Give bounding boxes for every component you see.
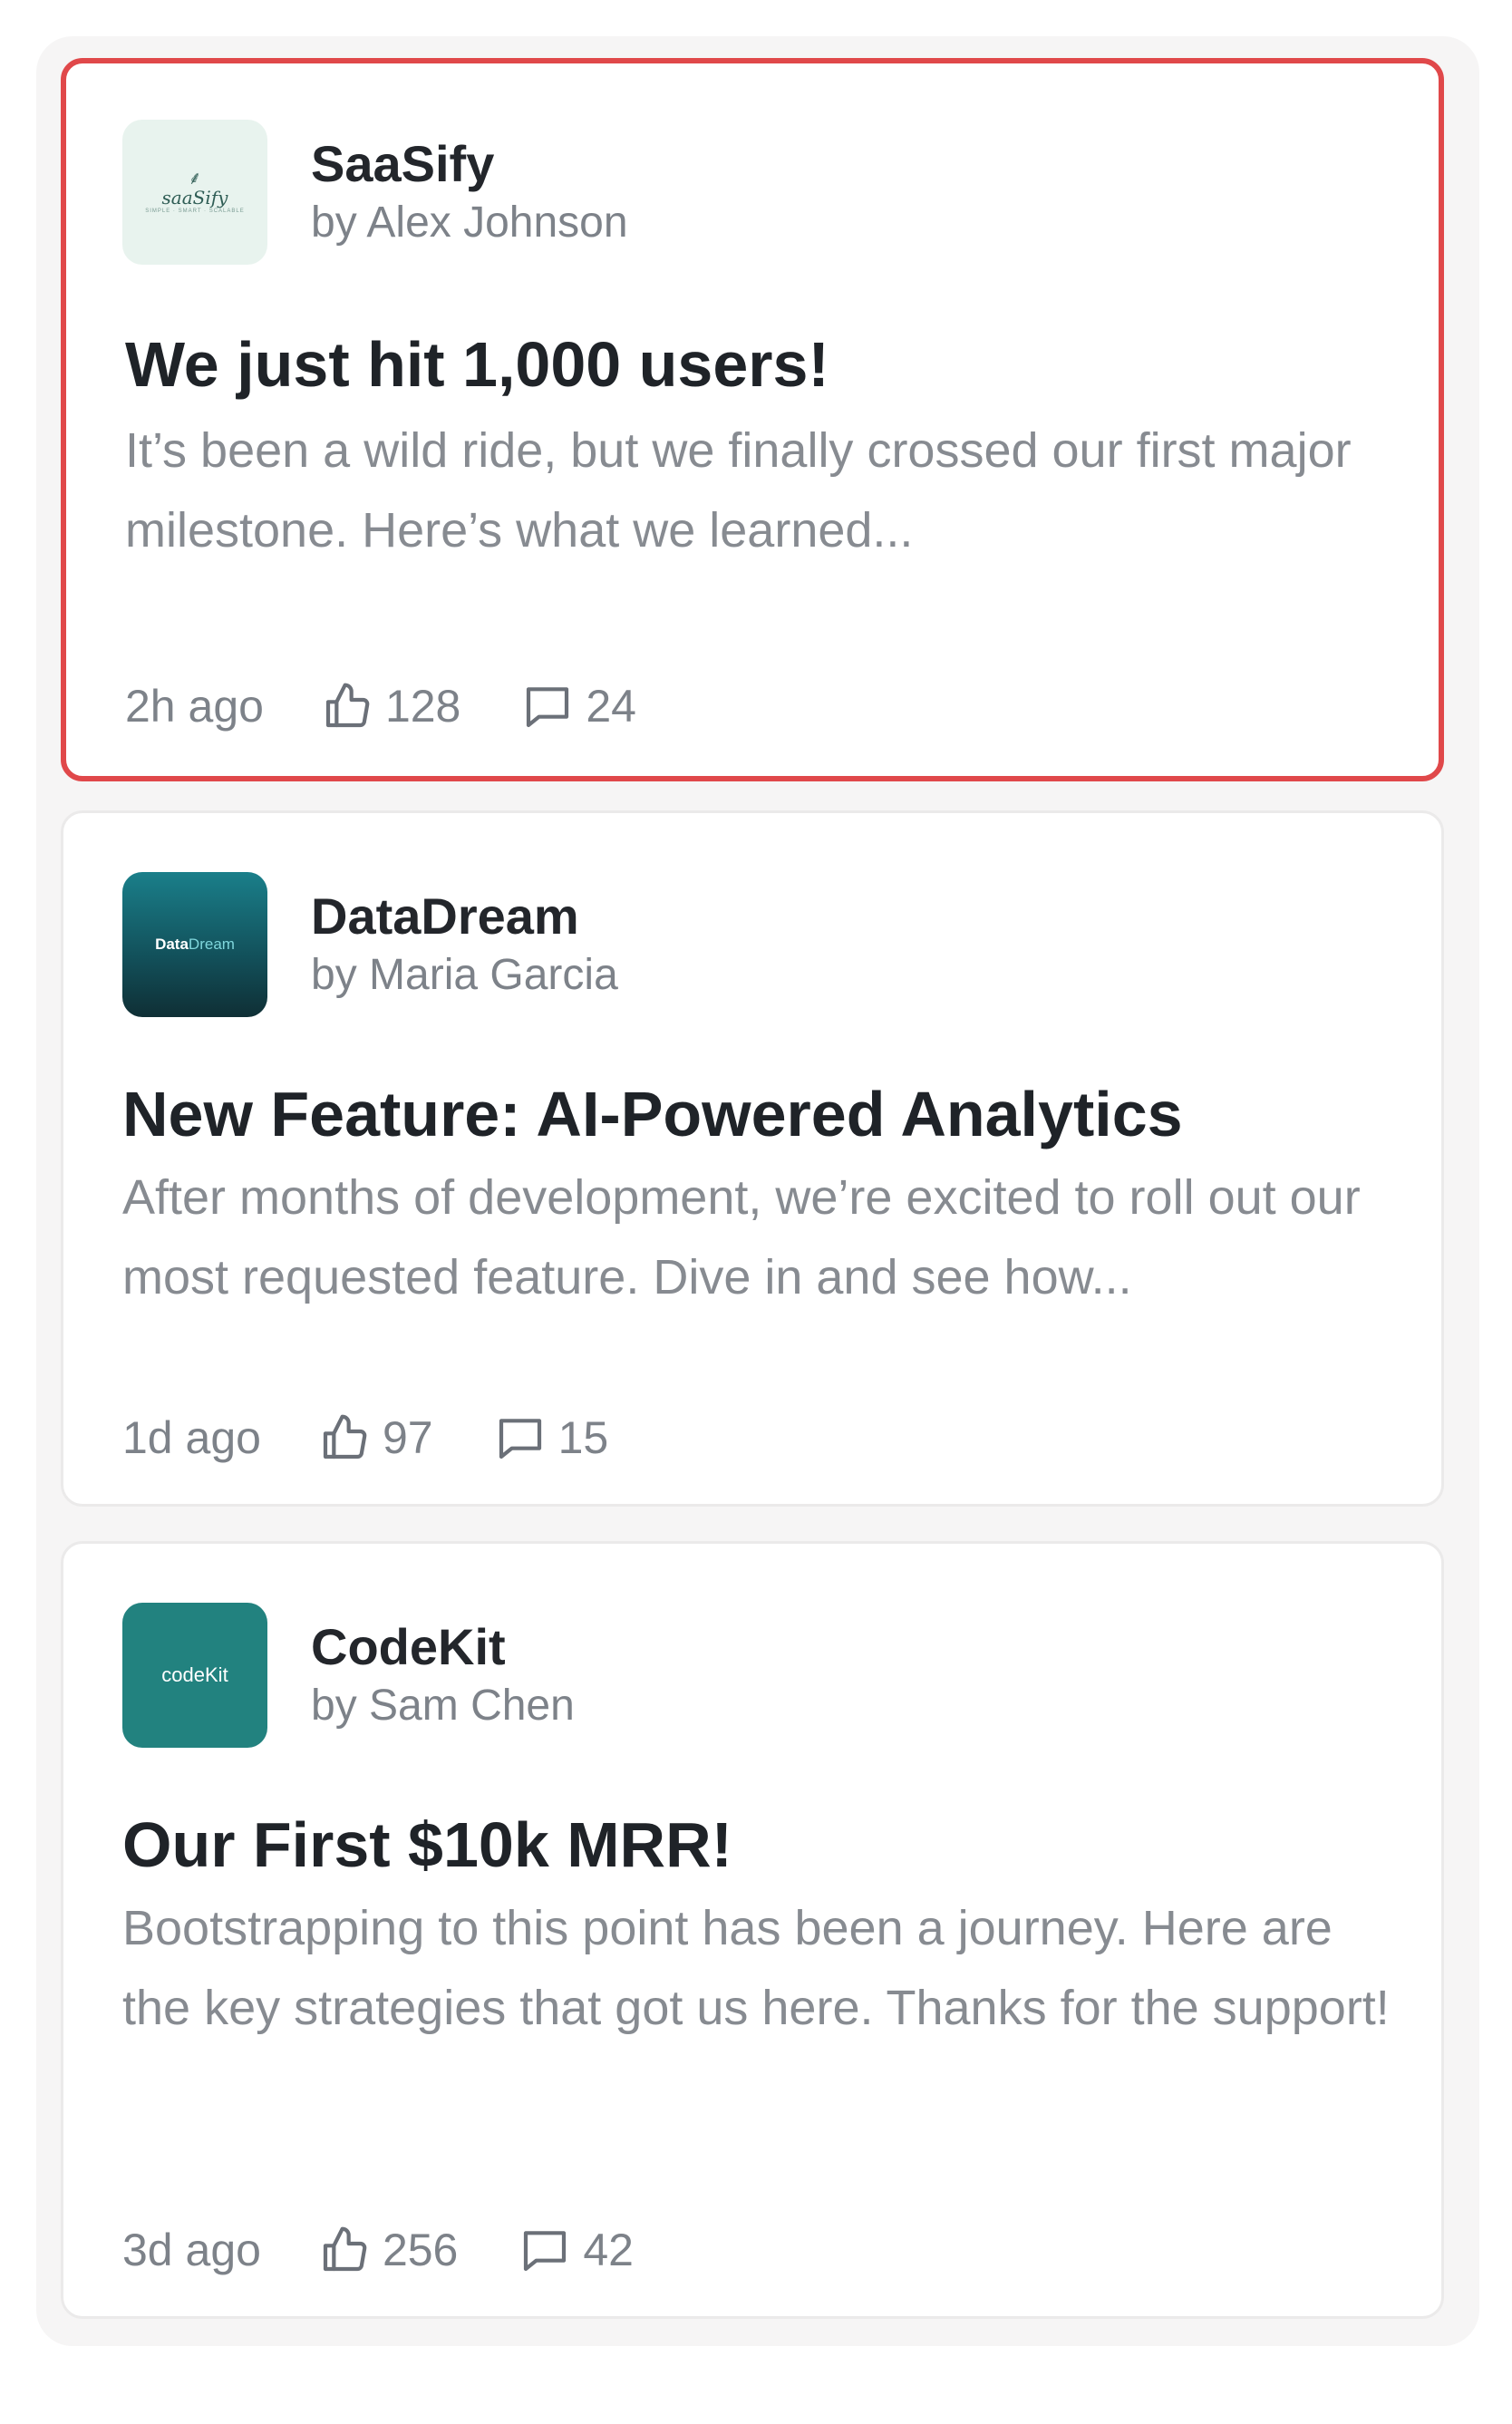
post-meta: DataDream by Maria Garcia <box>311 886 618 1004</box>
like-count: 97 <box>382 1412 433 1463</box>
thumbs-up-icon <box>323 1414 367 1459</box>
like-count: 128 <box>384 681 461 732</box>
post-header: codeKit CodeKit by Sam Chen <box>122 1603 575 1748</box>
comment-button[interactable]: 42 <box>519 2224 634 2276</box>
post-excerpt: After months of development, we’re excit… <box>122 1170 1361 1304</box>
comment-icon <box>527 687 569 728</box>
post-excerpt: Bootstrapping to this point has been a j… <box>122 1901 1390 2035</box>
comment-count: 42 <box>583 2225 634 2275</box>
company-logo: codeKit <box>122 1603 267 1748</box>
post-header: Data Dream DataDream by Maria Garcia <box>122 872 618 1017</box>
author-name: by Alex Johnson <box>311 199 628 247</box>
post-title[interactable]: We just hit 1,000 users! <box>125 326 829 402</box>
company-name[interactable]: SaaSify <box>311 133 628 195</box>
like-button[interactable]: 256 <box>319 2224 458 2276</box>
comment-count: 24 <box>586 681 636 732</box>
leaf-icon: ⸙ <box>188 169 202 189</box>
logo-text: codeKit <box>161 1663 228 1686</box>
comment-icon <box>524 2231 567 2272</box>
post-time: 1d ago <box>122 1412 261 1463</box>
thumbs-up-icon <box>323 2226 367 2272</box>
company-name[interactable]: CodeKit <box>311 1616 575 1678</box>
post-excerpt: It’s been a wild ride, but we finally cr… <box>125 423 1352 558</box>
logo-text-part1: Data <box>155 936 189 953</box>
post-time: 3d ago <box>122 2225 261 2275</box>
comment-count: 15 <box>557 1412 609 1463</box>
post-time: 2h ago <box>125 681 264 732</box>
company-name[interactable]: DataDream <box>311 886 618 947</box>
author-name: by Maria Garcia <box>311 951 618 999</box>
author-name: by Sam Chen <box>311 1682 575 1730</box>
like-button[interactable]: 128 <box>322 680 460 732</box>
comment-button[interactable]: 24 <box>522 680 636 732</box>
post-card-datadream[interactable]: Data Dream DataDream by Maria Garcia New … <box>61 810 1444 1507</box>
thumbs-up-icon <box>325 683 370 728</box>
post-title[interactable]: New Feature: AI-Powered Analytics <box>122 1076 1183 1152</box>
company-logo: ⸙ saaSify SIMPLE · SMART · SCALABLE <box>122 120 267 265</box>
like-count: 256 <box>382 2225 459 2275</box>
post-footer: 1d ago 97 15 <box>122 1411 670 1464</box>
comment-icon <box>499 1419 541 1459</box>
post-card-codekit[interactable]: codeKit CodeKit by Sam Chen Our First $1… <box>61 1541 1444 2319</box>
company-logo: Data Dream <box>122 872 267 1017</box>
post-footer: 2h ago 128 24 <box>125 680 698 732</box>
comment-button[interactable]: 15 <box>495 1411 609 1464</box>
logo-text-part2: Dream <box>188 936 235 953</box>
post-meta: CodeKit by Sam Chen <box>311 1616 575 1734</box>
logo-text: saaSify <box>161 187 228 208</box>
post-footer: 3d ago 256 42 <box>122 2224 695 2276</box>
logo-tagline: SIMPLE · SMART · SCALABLE <box>145 208 245 214</box>
post-card-saasify[interactable]: ⸙ saaSify SIMPLE · SMART · SCALABLE SaaS… <box>61 58 1444 781</box>
post-header: ⸙ saaSify SIMPLE · SMART · SCALABLE SaaS… <box>122 120 628 265</box>
post-title[interactable]: Our First $10k MRR! <box>122 1807 732 1883</box>
post-meta: SaaSify by Alex Johnson <box>311 133 628 251</box>
like-button[interactable]: 97 <box>319 1411 433 1464</box>
